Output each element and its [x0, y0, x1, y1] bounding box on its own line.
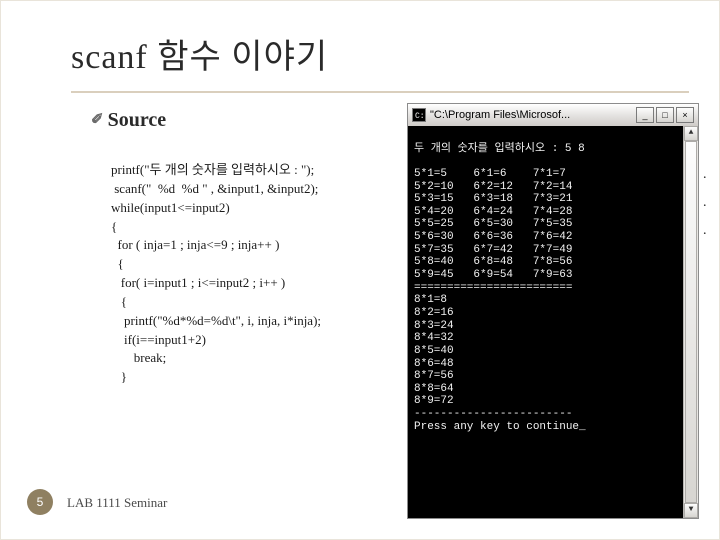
swirl-icon: ✐: [91, 110, 104, 129]
scroll-down-button[interactable]: ▼: [684, 503, 698, 518]
section-label: Source: [108, 109, 167, 131]
scroll-track[interactable]: [684, 141, 698, 503]
section-heading: ✐Source: [91, 109, 166, 132]
minimize-button[interactable]: _: [636, 107, 654, 123]
page-title: scanf 함수 이야기: [71, 29, 328, 78]
svg-text:C:\: C:\: [415, 112, 424, 120]
page-number: 5: [27, 489, 53, 515]
footer-text: LAB 1111 Seminar: [67, 495, 167, 511]
close-button[interactable]: ×: [676, 107, 694, 123]
console-body: 두 개의 숫자를 입력하시오 : 5 8 5*1=5 6*1=6 7*1=7 5…: [408, 126, 698, 518]
console-icon: C:\: [412, 108, 426, 122]
console-window: C:\ "C:\Program Files\Microsof... _ □ × …: [407, 103, 699, 519]
title-rule: [71, 91, 689, 93]
scroll-up-button[interactable]: ▲: [684, 126, 698, 141]
console-titlebar: C:\ "C:\Program Files\Microsof... _ □ ×: [408, 104, 698, 126]
slide: scanf 함수 이야기 ✐Source printf("두 개의 숫자를 입력…: [0, 0, 720, 540]
maximize-button[interactable]: □: [656, 107, 674, 123]
window-buttons: _ □ ×: [636, 107, 694, 123]
source-code: printf("두 개의 숫자를 입력하시오 : "); scanf(" %d …: [111, 161, 371, 387]
scroll-thumb[interactable]: [685, 141, 697, 503]
console-output: 두 개의 숫자를 입력하시오 : 5 8 5*1=5 6*1=6 7*1=7 5…: [414, 143, 586, 433]
scrollbar[interactable]: ▲ ▼: [683, 126, 698, 518]
console-title-text: "C:\Program Files\Microsof...: [430, 109, 632, 121]
